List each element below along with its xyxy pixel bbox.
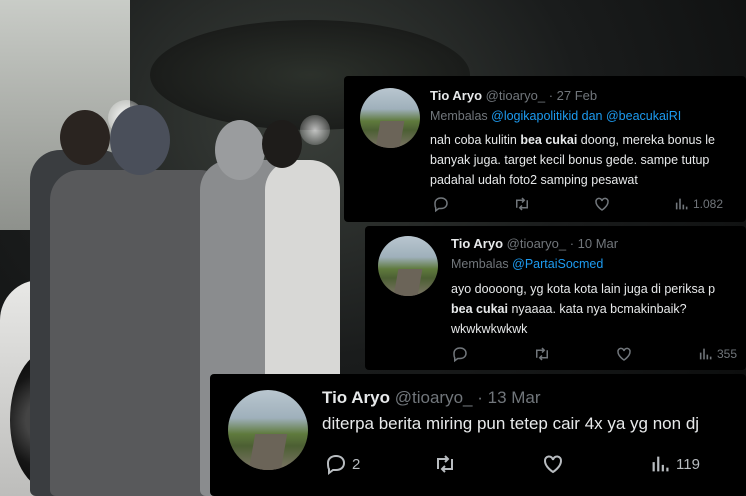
person-hoodie-head	[215, 120, 265, 180]
timestamp[interactable]: · 27 Feb	[549, 88, 597, 103]
timestamp[interactable]: · 13 Mar	[477, 388, 540, 407]
reply-mentions[interactable]: @PartaiSocmed	[512, 257, 603, 271]
views-count[interactable]: 119	[650, 453, 700, 475]
views-icon	[650, 453, 672, 475]
avatar[interactable]	[228, 390, 308, 470]
views-count[interactable]: 355	[698, 346, 737, 362]
tweet-card[interactable]: Tio Aryo @tioaryo_ · 27 Feb Membalas @lo…	[344, 76, 746, 222]
display-name[interactable]: Tio Aryo	[322, 388, 390, 407]
tweet-card[interactable]: Tio Aryo @tioaryo_ · 10 Mar Membalas @Pa…	[365, 226, 746, 370]
timestamp[interactable]: · 10 Mar	[570, 236, 618, 251]
reply-icon[interactable]	[451, 345, 469, 363]
person-grey-head	[110, 105, 170, 175]
retweet-icon[interactable]	[512, 195, 532, 213]
tweet-text: nah coba kulitin bea cukai doong, mereka…	[430, 133, 715, 187]
reply-prefix: Membalas	[430, 109, 492, 123]
display-name[interactable]: Tio Aryo	[430, 88, 482, 103]
retweet-icon[interactable]	[432, 452, 458, 476]
reply-icon[interactable]	[432, 195, 450, 213]
handle[interactable]: @tioaryo_	[486, 88, 545, 103]
reply-prefix: Membalas	[451, 257, 513, 271]
heart-icon[interactable]	[593, 195, 611, 213]
person-left-head	[60, 110, 110, 165]
views-icon	[674, 196, 690, 212]
avatar[interactable]	[378, 236, 438, 296]
heart-icon[interactable]	[541, 452, 565, 476]
tweet-text: diterpa berita miring pun tetep cair 4x …	[322, 414, 700, 433]
reply-mentions[interactable]: @logikapolitikid dan @beacukaiRI	[491, 109, 681, 123]
reply-icon	[324, 452, 348, 476]
person-white-head	[262, 120, 302, 168]
handle[interactable]: @tioaryo_	[507, 236, 566, 251]
reply-count[interactable]: 2	[324, 452, 360, 476]
tweet-card[interactable]: Tio Aryo @tioaryo_ · 13 Mar diterpa beri…	[210, 374, 746, 496]
lamp	[300, 115, 330, 145]
heart-icon[interactable]	[615, 345, 633, 363]
views-count[interactable]: 1.082	[674, 196, 723, 212]
retweet-icon[interactable]	[532, 345, 552, 363]
avatar[interactable]	[360, 88, 420, 148]
tweet-text: ayo doooong, yg kota kota lain juga di p…	[451, 282, 716, 336]
handle[interactable]: @tioaryo_	[395, 388, 473, 407]
display-name[interactable]: Tio Aryo	[451, 236, 503, 251]
views-icon	[698, 346, 714, 362]
